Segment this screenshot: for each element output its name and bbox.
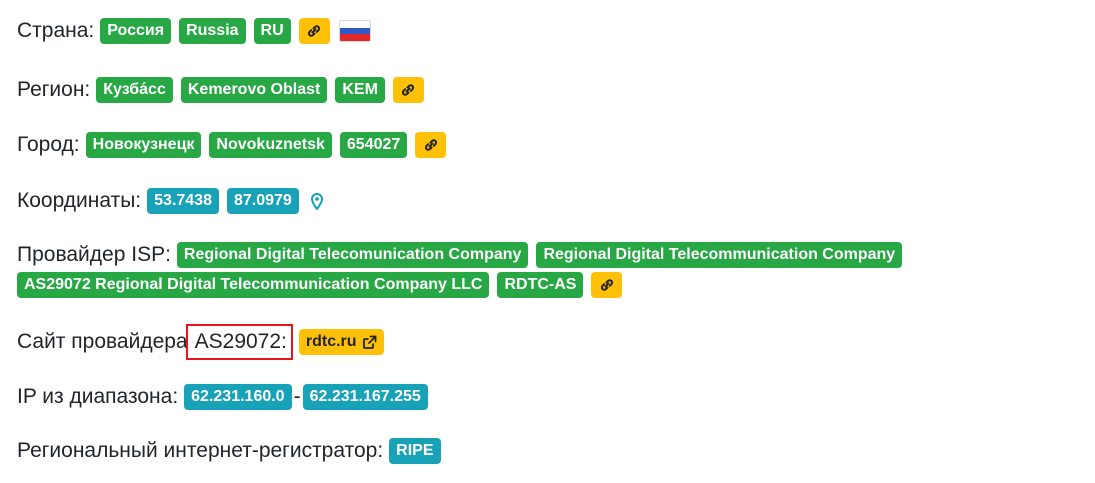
registrar-row: Региональный интернет-регистратор: RIPE (17, 437, 449, 465)
isp-link-button[interactable] (591, 272, 623, 298)
ip-range-end: 62.231.167.255 (302, 384, 428, 410)
region-badge-en: Kemerovo Oblast (180, 77, 328, 103)
country-badge-code: RU (253, 18, 291, 44)
coordinates-label: Координаты: (17, 189, 142, 212)
city-badge-en: Novokuznetsk (209, 132, 332, 158)
isp-badge-1: Regional Digital Telecomunication Compan… (176, 242, 529, 268)
isp-badge-3: AS29072 Regional Digital Telecommunicati… (17, 272, 490, 298)
isp-row-continued: AS29072 Regional Digital Telecommunicati… (17, 272, 630, 298)
country-row: Страна: Россия Russia RU (17, 17, 371, 45)
city-label: Город: (17, 133, 80, 156)
coordinates-row: Координаты: 53.7438 87.0979 (17, 187, 323, 215)
ip-range-row: IP из диапазона: 62.231.160.0 - 62.231.1… (17, 383, 436, 411)
city-row: Город: Новокузнецк Novokuznetsk 654027 (17, 131, 454, 159)
city-badge-zip: 654027 (339, 132, 408, 158)
isp-row: Провайдер ISP: Regional Digital Telecomu… (17, 241, 910, 269)
russia-flag-icon (338, 20, 371, 42)
region-badge-code: KEM (335, 77, 385, 103)
map-pin-icon[interactable] (310, 192, 323, 210)
external-link-icon (362, 335, 377, 350)
ip-range-start: 62.231.160.0 (184, 384, 292, 410)
provider-site-text: rdtc.ru (305, 333, 357, 350)
city-badge-ru: Новокузнецк (85, 132, 202, 158)
asn-highlight: AS29072: (185, 324, 293, 360)
registrar-label: Региональный интернет-регистратор: (17, 439, 384, 462)
country-link-button[interactable] (298, 18, 330, 44)
link-icon (424, 139, 437, 151)
city-link-button[interactable] (415, 132, 447, 158)
isp-badge-4: RDTC-AS (497, 272, 584, 298)
registrar-badge: RIPE (389, 438, 441, 464)
isp-label: Провайдер ISP: (17, 243, 171, 266)
provider-site-label: Сайт провайдера (17, 330, 188, 353)
region-row: Регион: Кузба́сс Kemerovo Oblast KEM (17, 76, 432, 104)
link-icon (402, 84, 415, 96)
provider-site-row: Сайт провайдера AS29072: rdtc.ru (17, 324, 392, 360)
country-badge-en: Russia (179, 18, 246, 44)
country-label: Страна: (17, 19, 95, 42)
region-badge-ru: Кузба́сс (96, 77, 173, 103)
provider-site-link[interactable]: rdtc.ru (298, 329, 384, 355)
link-icon (600, 279, 613, 291)
region-link-button[interactable] (392, 77, 424, 103)
isp-badge-2: Regional Digital Telecommunication Compa… (536, 242, 903, 268)
ip-range-label: IP из диапазона: (17, 385, 179, 408)
region-label: Регион: (17, 78, 91, 101)
country-badge-ru: Россия (100, 18, 172, 44)
latitude-badge: 53.7438 (147, 188, 219, 214)
longitude-badge: 87.0979 (226, 188, 299, 214)
link-icon (308, 25, 321, 37)
ip-range-separator: - (293, 385, 301, 408)
